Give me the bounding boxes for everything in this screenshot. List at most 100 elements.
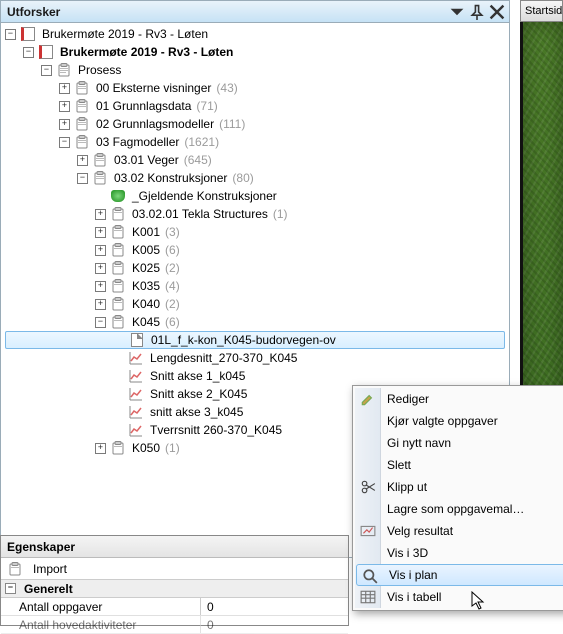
tree-tekla[interactable]: + 03.02.01 Tekla Structures (1) [1, 205, 509, 223]
properties-section-generelt[interactable]: − Generelt [1, 580, 348, 598]
tree-k035[interactable]: + K035 (4) [1, 277, 509, 295]
tree-label: Tverrsnitt 260-370_K045 [148, 422, 284, 438]
tree-label: Prosess [76, 62, 123, 78]
tree-00[interactable]: + 00 Eksterne visninger (43) [1, 79, 509, 97]
tree-label: Brukermøte 2019 - Rv3 - Løten [40, 26, 210, 42]
tree-snitt1[interactable]: Snitt akse 1_k045 [1, 367, 509, 385]
tree-k045[interactable]: − K045 (6) [1, 313, 509, 331]
ctx-visplan[interactable]: Vis i plan [356, 564, 563, 586]
project-icon [38, 44, 54, 60]
tree-01[interactable]: + 01 Grunnlagsdata (71) [1, 97, 509, 115]
table-icon [360, 589, 376, 605]
clipboard-icon [110, 242, 126, 258]
tree-count: (645) [184, 153, 212, 167]
tree-label: K001 [130, 224, 162, 240]
ctx-ginavn[interactable]: Gi nytt navn [355, 432, 563, 454]
expand-toggle[interactable]: + [95, 299, 106, 310]
layer-icon [110, 188, 126, 204]
ctx-velg[interactable]: Velg resultat [355, 520, 563, 542]
tree-root[interactable]: − Brukermøte 2019 - Rv3 - Løten [1, 25, 509, 43]
tree-label: 03.02.01 Tekla Structures [130, 206, 270, 222]
expand-toggle[interactable]: + [95, 443, 106, 454]
ctx-label: Velg resultat [387, 524, 453, 538]
clipboard-icon [92, 170, 108, 186]
result-icon [360, 523, 376, 539]
ctx-klipput[interactable]: Klipp ut [355, 476, 563, 498]
expand-toggle[interactable]: + [95, 263, 106, 274]
expand-toggle[interactable]: − [59, 137, 70, 148]
expand-toggle[interactable]: − [77, 173, 88, 184]
tree-02[interactable]: + 02 Grunnlagsmodeller (111) [1, 115, 509, 133]
ctx-label: Vis i 3D [387, 546, 428, 560]
expand-toggle[interactable]: + [95, 245, 106, 256]
expand-toggle[interactable]: + [95, 209, 106, 220]
property-label: Antall hovedaktiviteter [1, 616, 201, 633]
panel-menu-icon[interactable] [449, 4, 465, 20]
collapse-toggle[interactable]: − [5, 583, 16, 594]
tree-gjeldende[interactable]: _Gjeldende Konstruksjoner [1, 187, 509, 205]
tree-count: (6) [165, 243, 180, 257]
tree-prosess[interactable]: − Prosess [1, 61, 509, 79]
ctx-label: Lagre som oppgavemal… [387, 502, 524, 516]
panel-close-icon[interactable] [489, 4, 505, 20]
property-value: 0 [201, 598, 348, 615]
ctx-label: Klipp ut [387, 480, 427, 494]
tree-03[interactable]: − 03 Fagmodeller (1621) [1, 133, 509, 151]
clipboard-icon [56, 62, 72, 78]
tree-k001[interactable]: + K001 (3) [1, 223, 509, 241]
panel-title: Utforsker [5, 5, 445, 19]
tree-label: Snitt akse 1_k045 [148, 368, 247, 384]
tree-label: _Gjeldende Konstruksjoner [130, 188, 279, 204]
ctx-slett[interactable]: Slett [355, 454, 563, 476]
tree-count: (2) [165, 297, 180, 311]
document-icon [129, 332, 145, 348]
expand-toggle[interactable]: − [41, 65, 52, 76]
ctx-lagre[interactable]: Lagre som oppgavemal… [355, 498, 563, 520]
tree-k040[interactable]: + K040 (2) [1, 295, 509, 313]
ctx-label: Rediger [387, 392, 429, 406]
property-value: 0 [201, 616, 348, 633]
tree-count: (80) [232, 171, 253, 185]
tree-count: (4) [165, 279, 180, 293]
tree-label: 01L_f_k-kon_K045-budorvegen-ov [149, 332, 338, 348]
expand-toggle[interactable]: + [95, 281, 106, 292]
tree-k005[interactable]: + K005 (6) [1, 241, 509, 259]
tree-label: 03.02 Konstruksjoner [112, 170, 229, 186]
expand-toggle[interactable]: + [77, 155, 88, 166]
ctx-vis3d[interactable]: Vis i 3D [355, 542, 563, 564]
ctx-label: Vis i tabell [387, 590, 441, 604]
panel-pin-icon[interactable] [469, 4, 485, 20]
tree-lengdesnitt[interactable]: Lengdesnitt_270-370_K045 [1, 349, 509, 367]
tree-count: (43) [216, 81, 237, 95]
expand-toggle[interactable]: − [95, 317, 106, 328]
clipboard-icon [110, 224, 126, 240]
magnifier-icon [362, 568, 378, 584]
properties-import-row[interactable]: Import [1, 558, 348, 580]
tree-root-bold[interactable]: − Brukermøte 2019 - Rv3 - Løten [1, 43, 509, 61]
tree-label: K050 [130, 440, 162, 456]
tree-label: 01 Grunnlagsdata [94, 98, 193, 114]
tree-label: 03.01 Veger [112, 152, 181, 168]
expand-toggle[interactable]: + [95, 227, 106, 238]
expand-toggle[interactable]: − [23, 47, 34, 58]
expand-toggle[interactable]: + [59, 119, 70, 130]
properties-import-label: Import [33, 562, 67, 576]
clipboard-icon [110, 440, 126, 456]
tree-count: (111) [219, 117, 245, 131]
tree-count: (1) [273, 207, 288, 221]
tree-0302[interactable]: − 03.02 Konstruksjoner (80) [1, 169, 509, 187]
ctx-rediger[interactable]: Rediger [355, 388, 563, 410]
tree-0301[interactable]: + 03.01 Veger (645) [1, 151, 509, 169]
property-label: Antall oppgaver [1, 598, 201, 615]
tree-k025[interactable]: + K025 (2) [1, 259, 509, 277]
panel-titlebar: Utforsker [1, 1, 509, 23]
clipboard-icon [7, 561, 23, 577]
ctx-vistabell[interactable]: Vis i tabell [355, 586, 563, 608]
chart-icon [128, 422, 144, 438]
ctx-kjor[interactable]: Kjør valgte oppgaver [355, 410, 563, 432]
expand-toggle[interactable]: − [5, 29, 16, 40]
expand-toggle[interactable]: + [59, 83, 70, 94]
tree-selected-file[interactable]: 01L_f_k-kon_K045-budorvegen-ov [5, 331, 505, 349]
tab-startside[interactable]: Startsid [520, 0, 563, 22]
expand-toggle[interactable]: + [59, 101, 70, 112]
